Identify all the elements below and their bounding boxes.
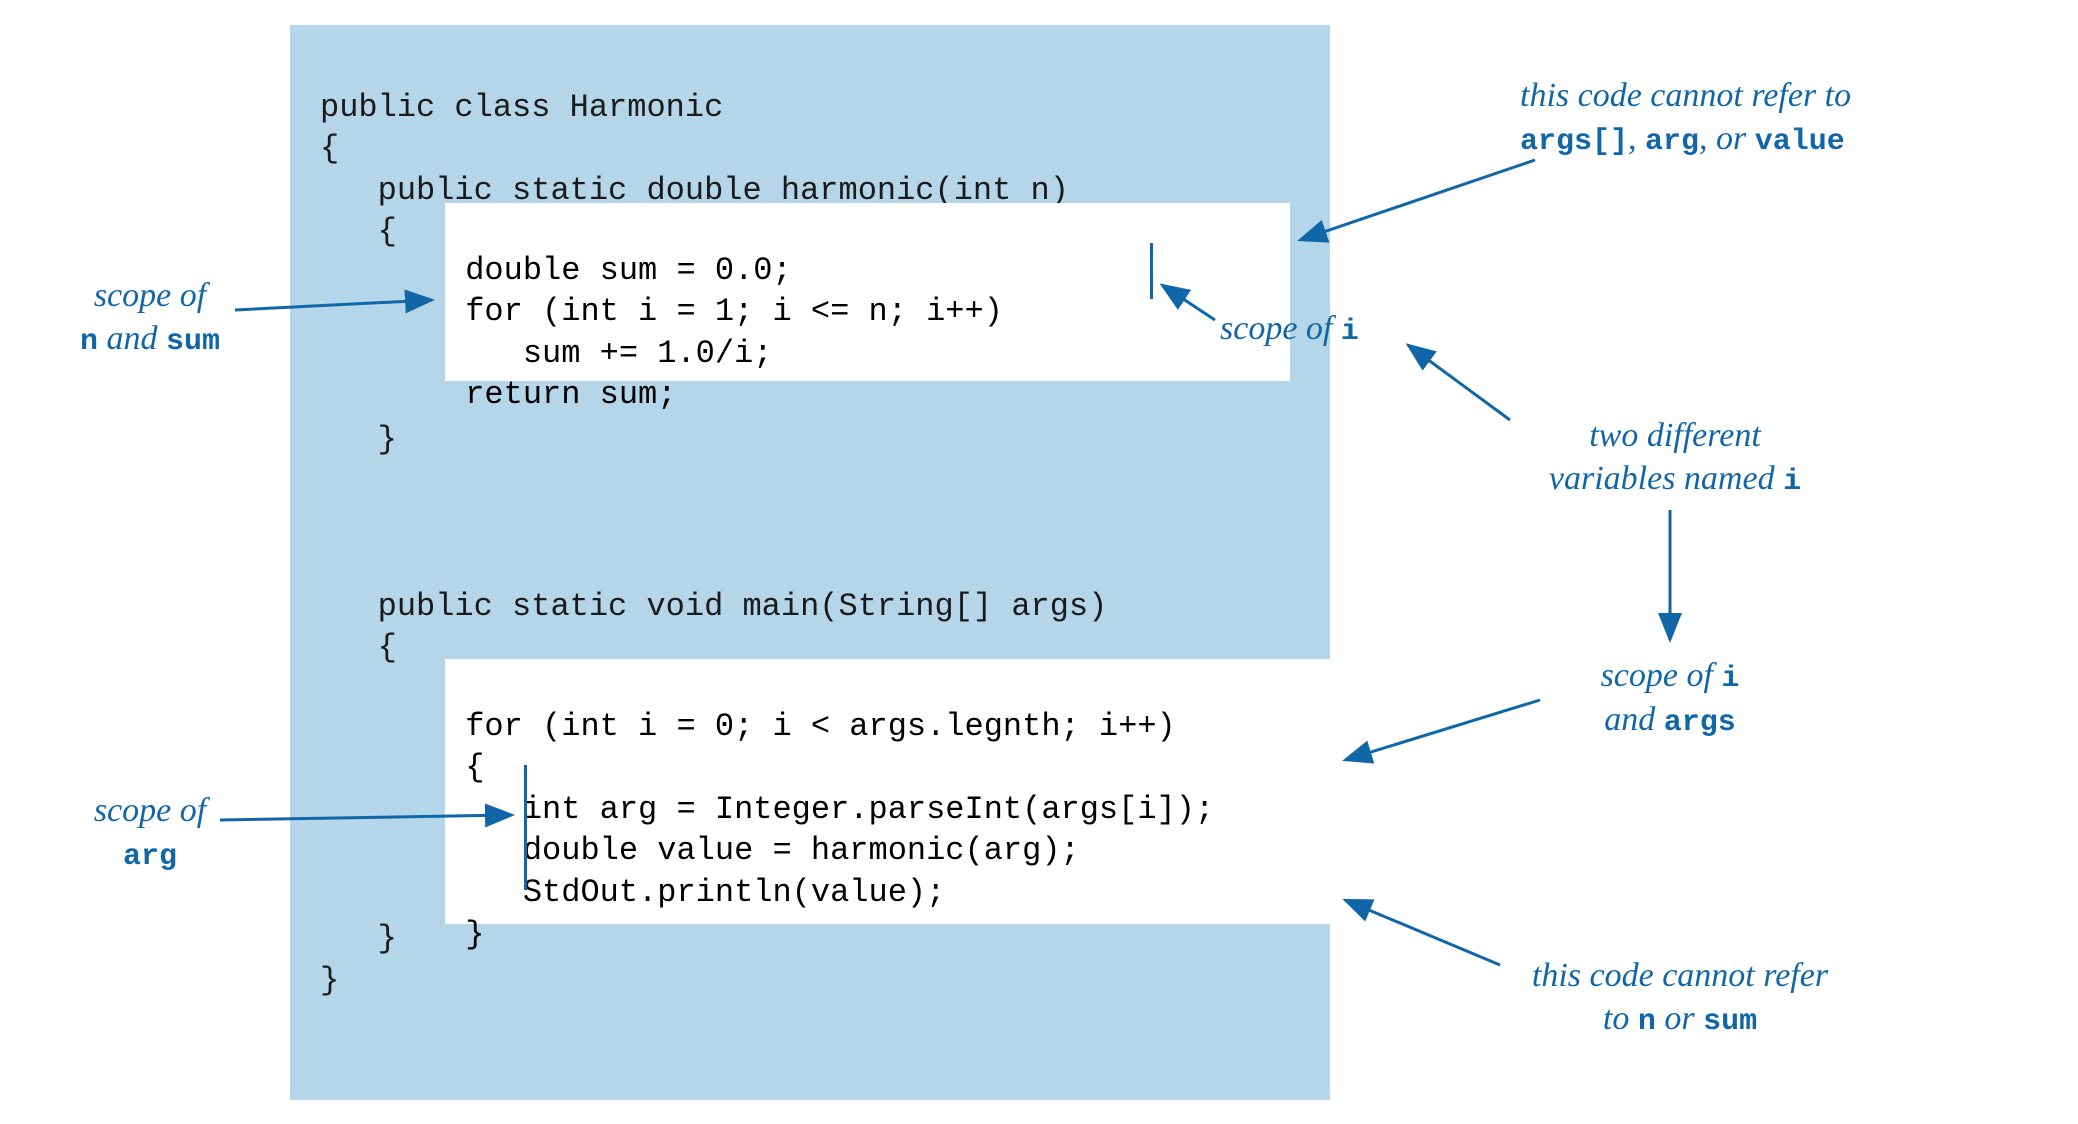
code-line: } (320, 962, 339, 999)
code-line: double sum = 0.0; (350, 250, 792, 292)
annotation-text: variables named (1549, 460, 1783, 497)
scope-bar-arg (524, 765, 527, 890)
main-body: for (int i = 0; i < args.legnth; i++) { … (445, 659, 1330, 1002)
arrow (1300, 160, 1535, 240)
code-line: { (350, 747, 484, 789)
code-line: public class Harmonic (320, 89, 723, 126)
annotation-text: or (1656, 1000, 1703, 1037)
code-line: } (350, 914, 484, 956)
arrow (1408, 345, 1510, 420)
harmonic-body-box: double sum = 0.0; for (int i = 1; i <= n… (445, 203, 1290, 381)
annotation-text: to (1603, 1000, 1638, 1037)
annotation-scope-i: scope of i (1220, 308, 1420, 352)
annotation-var: sum (1703, 1005, 1757, 1039)
code-container: public class Harmonic { public static do… (290, 25, 1330, 1100)
code-line: } (320, 421, 397, 458)
annotation-cannot-refer-n: this code cannot refer to n or sum (1470, 955, 1890, 1041)
code-line: StdOut.println(value); (350, 872, 945, 914)
annotation-two-different: two different variables named i (1485, 415, 1865, 501)
annotation-var: arg (123, 840, 177, 874)
annotation-text: scope of (1220, 310, 1341, 347)
code-line: for (int i = 1; i <= n; i++) (350, 291, 1003, 333)
code-line: { (320, 629, 397, 666)
annotation-var: i (1783, 465, 1801, 499)
annotation-cannot-refer-args: this code cannot refer to args[], arg, o… (1520, 75, 1990, 161)
annotation-scope-i-args: scope of i and args (1540, 655, 1800, 742)
main-body-box: for (int i = 0; i < args.legnth; i++) { … (445, 659, 1330, 924)
code-line: { (320, 213, 397, 250)
code-line: sum += 1.0/i; (350, 333, 772, 375)
annotation-text: scope of (94, 792, 206, 829)
annotation-text: and (98, 320, 166, 357)
arrow (1345, 700, 1540, 760)
annotation-text: scope of (94, 277, 206, 314)
annotation-var: args[] (1520, 125, 1628, 159)
code-line: for (int i = 0; i < args.legnth; i++) (350, 706, 1176, 748)
annotation-var: sum (166, 325, 220, 359)
annotation-var: value (1755, 125, 1845, 159)
annotation-text: this code cannot refer (1532, 957, 1828, 994)
code-line: public static void main(String[] args) (320, 588, 1107, 625)
annotation-scope-arg: scope of arg (50, 790, 250, 876)
annotation-text: this code cannot refer to (1520, 77, 1851, 114)
annotation-var: i (1341, 315, 1359, 349)
code-line: double value = harmonic(arg); (350, 830, 1080, 872)
annotation-var: n (80, 325, 98, 359)
code-line: int arg = Integer.parseInt(args[i]); (350, 789, 1214, 831)
harmonic-body: double sum = 0.0; for (int i = 1; i <= n… (445, 203, 1290, 463)
annotation-text: , or (1699, 120, 1755, 157)
annotation-var: n (1638, 1005, 1656, 1039)
annotation-var: args (1664, 706, 1736, 740)
annotation-text: and (1604, 701, 1664, 738)
code-line: return sum; (350, 374, 676, 416)
annotation-var: arg (1645, 125, 1699, 159)
annotation-var: i (1721, 662, 1739, 696)
scope-bar-i-top (1150, 243, 1153, 299)
annotation-scope-n-sum: scope of n and sum (35, 275, 265, 361)
annotation-text: scope of (1601, 657, 1722, 694)
annotation-text: , (1628, 120, 1645, 157)
annotation-text: two different (1589, 417, 1761, 454)
code-line: { (320, 130, 339, 167)
